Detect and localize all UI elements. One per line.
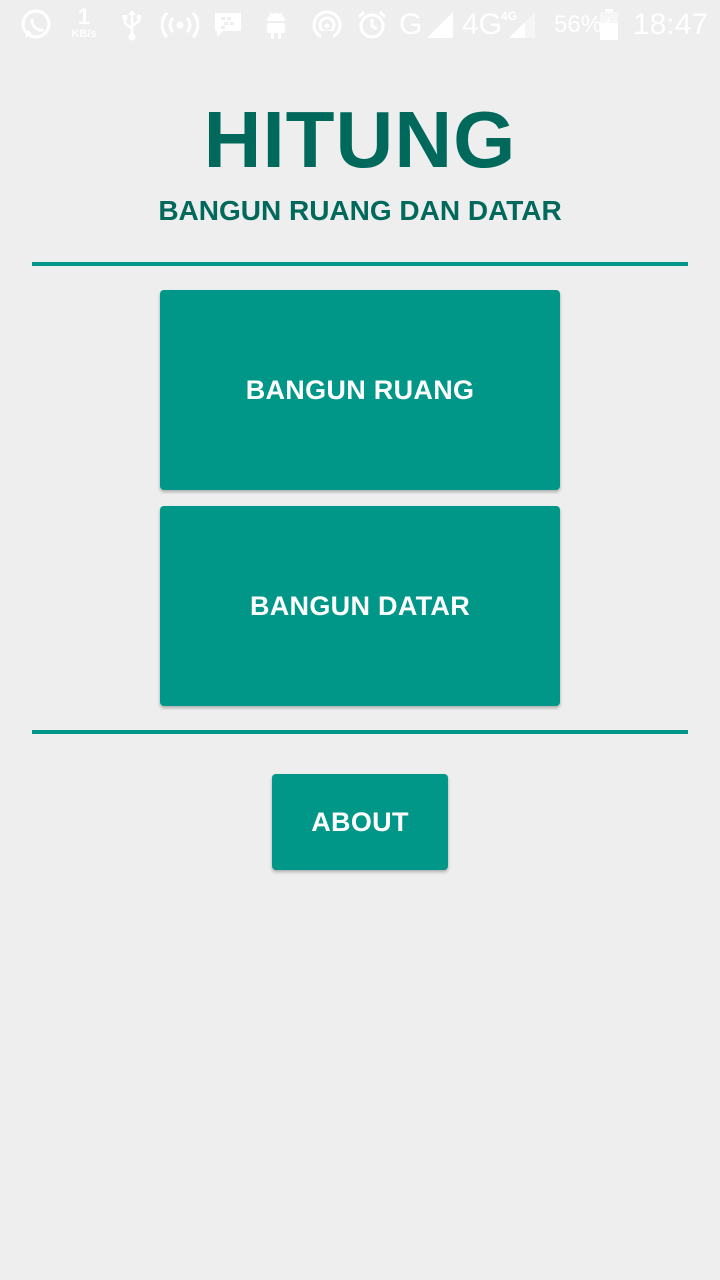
network-4g-label: 4G (462, 8, 503, 41)
app-subtitle: BANGUN RUANG DAN DATAR (158, 195, 562, 226)
battery-percent: 56% (554, 11, 603, 38)
bangun-datar-button[interactable]: BANGUN DATAR (160, 506, 560, 706)
signal-icon (424, 9, 456, 41)
hotspot-icon (160, 9, 200, 41)
speed-value: 1 (77, 4, 91, 29)
top-divider (32, 262, 688, 266)
whatsapp-icon (18, 9, 54, 41)
wifi-off-icon (310, 9, 344, 41)
bottom-divider (32, 730, 688, 734)
signal-4g-icon (506, 9, 538, 41)
android-icon (262, 9, 290, 41)
usb-icon (120, 9, 144, 41)
speed-unit: KB/s (71, 28, 97, 40)
status-bar: 1 KB/s G 4G 4G 56% 18:47 (0, 0, 720, 50)
alarm-icon (355, 9, 389, 41)
network-speed: 1 KB/s (66, 6, 102, 40)
bbm-icon (212, 9, 244, 41)
battery-charging-icon (598, 9, 620, 41)
bangun-ruang-button[interactable]: BANGUN RUANG (160, 290, 560, 490)
network-g-label: G (399, 8, 423, 41)
status-clock: 18:47 (633, 8, 709, 41)
app-title: HITUNG (203, 95, 517, 184)
about-button[interactable]: ABOUT (272, 774, 448, 870)
